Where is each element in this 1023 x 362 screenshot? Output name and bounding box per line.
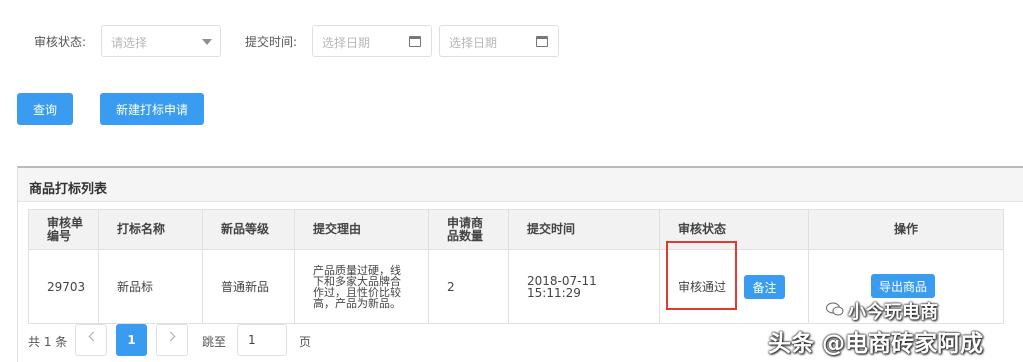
page-suffix: 页 [299,335,312,349]
table-header-row: 审核单编号 打标名称 新品等级 提交理由 申请商品数量 提交时间 审核状态 操作 [28,209,1004,250]
col-header-qty: 申请商品数量 [428,209,509,250]
remark-button[interactable]: 备注 [744,275,785,299]
time-text: 2018-07-11 15:11:29 [527,273,597,300]
next-page-button[interactable] [156,324,188,356]
time-filter-label: 提交时间: [245,35,298,49]
cell-qty: 2 [428,249,509,324]
col-header-time: 提交时间 [508,209,660,250]
prev-page-button[interactable] [75,324,107,356]
wechat-logo-icon [826,302,844,316]
start-date-picker[interactable]: 选择日期 [312,25,432,57]
cell-id: 29703 [28,249,99,324]
chevron-down-icon [202,39,212,45]
col-header-id: 审核单编号 [28,209,99,250]
col-header-actions: 操作 [808,209,1004,250]
export-goods-button[interactable]: 导出商品 [871,274,935,298]
cell-name: 新品标 [98,249,203,324]
jump-page-input[interactable]: 1 [237,324,287,356]
jump-label: 跳至 [202,335,227,349]
cell-time: 2018-07-11 15:11:29 [508,249,660,324]
query-button[interactable]: 查询 [17,93,73,125]
status-select[interactable]: 请选择 [101,25,221,57]
watermark-line1: 小今玩电商 [848,302,938,323]
total-count: 共 1 条 [28,335,68,349]
col-header-reason: 提交理由 [294,209,429,250]
end-date-placeholder: 选择日期 [449,36,498,50]
col-header-level: 新品等级 [202,209,295,250]
status-select-placeholder: 请选择 [111,36,148,50]
col-header-name: 打标名称 [98,209,203,250]
chevron-left-icon [88,331,99,342]
cell-reason: 产品质量过硬，线下和多家大品牌合作过，且性价比较高，产品为新品。 [294,249,429,324]
start-date-placeholder: 选择日期 [322,36,371,50]
chevron-right-icon [165,331,176,342]
page-1-button[interactable]: 1 [116,324,147,356]
calendar-icon [536,36,548,47]
status-highlight-box [666,241,737,310]
end-date-picker[interactable]: 选择日期 [439,25,559,57]
new-mark-request-button[interactable]: 新建打标申请 [100,93,204,125]
jump-page-value: 1 [248,333,256,347]
watermark-line2: 头条 @电商砖家阿成 [768,331,984,357]
status-filter-label: 审核状态: [34,35,87,49]
reason-text: 产品质量过硬，线下和多家大品牌合作过，且性价比较高，产品为新品。 [313,263,401,310]
panel-title: 商品打标列表 [29,182,108,197]
cell-level: 普通新品 [202,249,295,324]
panel-header: 商品打标列表 [18,168,1023,202]
calendar-icon [409,36,421,47]
